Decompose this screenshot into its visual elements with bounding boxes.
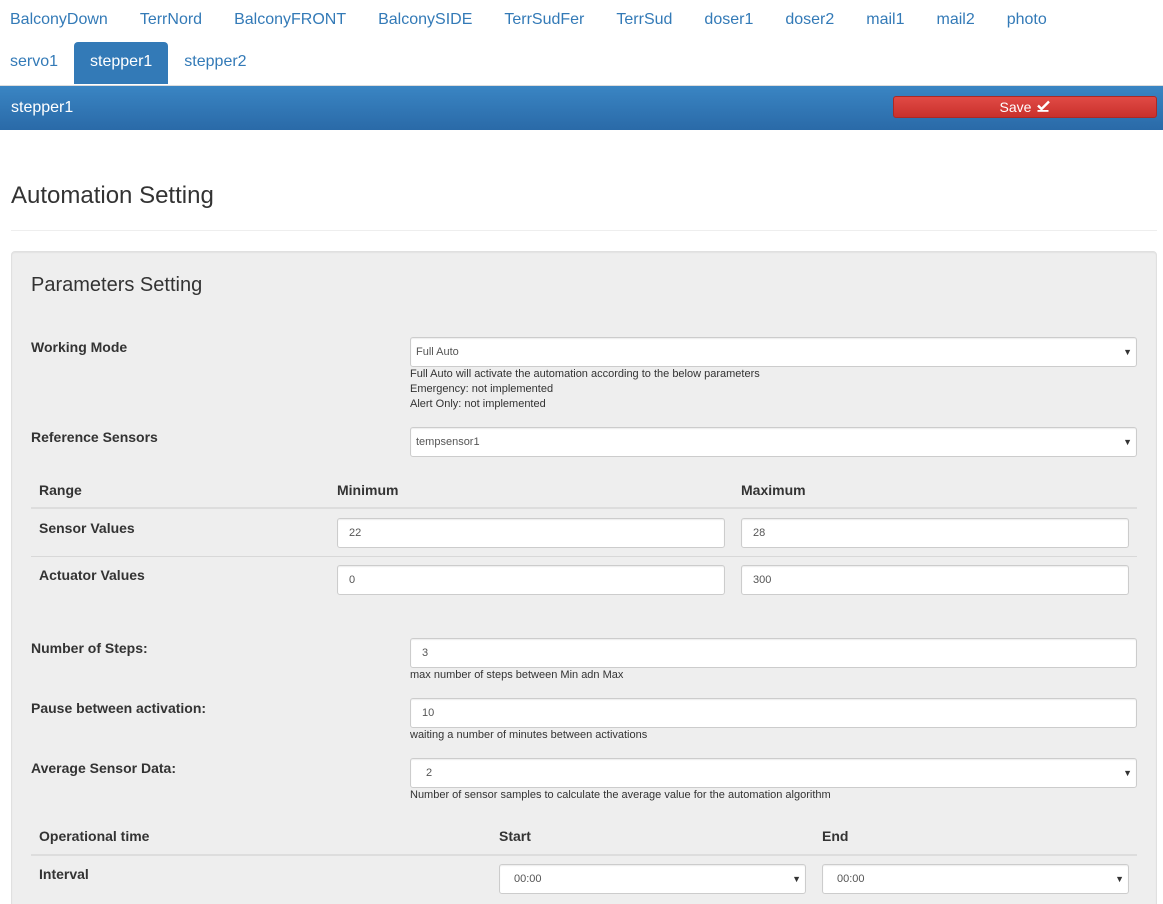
sensor-max-value: 28 (753, 527, 766, 539)
save-button[interactable]: Save (893, 96, 1157, 118)
working-mode-help: Full Auto will activate the automation a… (410, 367, 760, 412)
chevron-down-icon: ▼ (1123, 768, 1132, 778)
tab-servo1[interactable]: servo1 (0, 42, 74, 84)
tab-terrsud[interactable]: TerrSud (600, 0, 688, 42)
save-button-label: Save (999, 99, 1032, 115)
maximum-header: Maximum (741, 482, 806, 498)
panel-title: Parameters Setting (31, 274, 203, 296)
table-divider (31, 854, 1137, 856)
start-header: Start (499, 828, 531, 844)
working-mode-help-line: Emergency: not implemented (410, 383, 554, 395)
average-select[interactable]: 2 ▼ (410, 758, 1137, 788)
interval-label: Interval (39, 866, 89, 882)
sensor-max-input[interactable]: 28 (741, 518, 1129, 548)
operational-time-header: Operational time (39, 828, 150, 844)
chevron-down-icon: ▼ (792, 874, 801, 884)
sensor-min-input[interactable]: 22 (337, 518, 725, 548)
actuator-max-value: 300 (753, 574, 772, 586)
range-header: Range (39, 482, 82, 498)
page-title: Automation Setting (11, 182, 214, 209)
pause-help: waiting a number of minutes between acti… (410, 729, 648, 741)
sensor-min-value: 22 (349, 527, 362, 539)
tab-stepper2[interactable]: stepper2 (168, 42, 262, 84)
divider (11, 230, 1157, 231)
working-mode-select[interactable]: Full Auto ▼ (410, 337, 1137, 367)
tab-doser1[interactable]: doser1 (688, 0, 769, 42)
device-title: stepper1 (11, 99, 74, 116)
chevron-down-icon: ▼ (1123, 437, 1132, 447)
tab-terrnord[interactable]: TerrNord (124, 0, 218, 42)
tab-stepper1[interactable]: stepper1 (74, 42, 169, 84)
sensor-values-label: Sensor Values (39, 520, 135, 536)
tab-row-2: servo1 stepper1 stepper2 (0, 42, 263, 84)
working-mode-help-line: Alert Only: not implemented (410, 398, 546, 410)
steps-help: max number of steps between Min adn Max (410, 669, 624, 681)
table-divider (31, 507, 1137, 509)
steps-label: Number of Steps: (31, 640, 148, 656)
average-label: Average Sensor Data: (31, 760, 176, 776)
tab-doser2[interactable]: doser2 (769, 0, 850, 42)
chevron-down-icon: ▼ (1123, 347, 1132, 357)
tab-balconydown[interactable]: BalconyDown (0, 0, 124, 42)
working-mode-label: Working Mode (31, 339, 128, 355)
tab-photo[interactable]: photo (991, 0, 1063, 42)
average-help: Number of sensor samples to calculate th… (410, 789, 831, 801)
pause-value: 10 (422, 707, 435, 719)
reference-sensors-value: tempsensor1 (416, 436, 480, 448)
actuator-min-input[interactable]: 0 (337, 565, 725, 595)
device-tabs: BalconyDown TerrNord BalconyFRONT Balcon… (0, 0, 1163, 86)
working-mode-value: Full Auto (416, 346, 459, 358)
interval-end-select[interactable]: 00:00 ▼ (822, 864, 1129, 894)
reference-sensors-label: Reference Sensors (31, 429, 158, 445)
tab-terrsudfer[interactable]: TerrSudFer (488, 0, 600, 42)
actuator-values-label: Actuator Values (39, 567, 145, 583)
tab-balconyside[interactable]: BalconySIDE (362, 0, 488, 42)
average-value: 2 (426, 767, 433, 779)
end-header: End (822, 828, 849, 844)
actuator-min-value: 0 (349, 574, 356, 586)
actuator-max-input[interactable]: 300 (741, 565, 1129, 595)
minimum-header: Minimum (337, 482, 399, 498)
tab-mail2[interactable]: mail2 (921, 0, 991, 42)
working-mode-help-line: Full Auto will activate the automation a… (410, 368, 760, 380)
reference-sensors-select[interactable]: tempsensor1 ▼ (410, 427, 1137, 457)
interval-start-select[interactable]: 00:00 ▼ (499, 864, 806, 894)
steps-input[interactable]: 3 (410, 638, 1137, 668)
table-divider (31, 556, 1137, 557)
chevron-down-icon: ▼ (1115, 874, 1124, 884)
check-square-icon (1037, 98, 1051, 118)
steps-value: 3 (422, 647, 429, 659)
pause-label: Pause between activation: (31, 700, 207, 716)
interval-end-value: 00:00 (837, 873, 865, 885)
interval-start-value: 00:00 (514, 873, 542, 885)
tab-balconyfront[interactable]: BalconyFRONT (218, 0, 362, 42)
pause-input[interactable]: 10 (410, 698, 1137, 728)
tab-mail1[interactable]: mail1 (850, 0, 920, 42)
tab-row-1: BalconyDown TerrNord BalconyFRONT Balcon… (0, 0, 1063, 42)
